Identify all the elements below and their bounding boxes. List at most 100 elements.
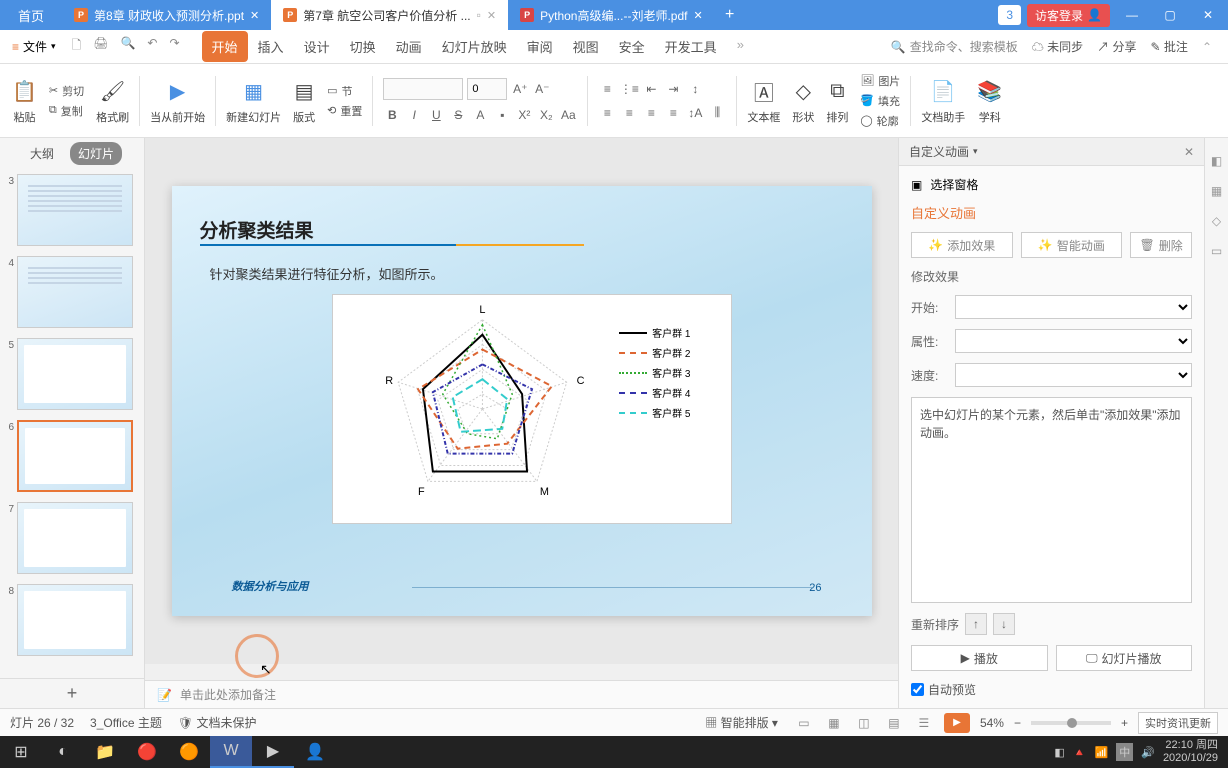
add-tab-button[interactable]: + bbox=[715, 6, 745, 24]
home-tab[interactable]: 首页 bbox=[0, 0, 62, 30]
slide-description[interactable]: 针对聚类结果进行特征分析，如图所示。 bbox=[210, 264, 444, 283]
section-button[interactable]: ▭节 bbox=[327, 83, 362, 99]
file-menu[interactable]: ≡ 文件 ▾ bbox=[6, 34, 62, 59]
justify-button[interactable]: ≡ bbox=[664, 104, 682, 122]
subject-button[interactable]: 📚 学科 bbox=[971, 77, 1008, 125]
taskbar-explorer[interactable]: 📁 bbox=[84, 736, 126, 768]
doc-helper-button[interactable]: 📄 文档助手 bbox=[915, 77, 971, 125]
strip-icon-3[interactable]: ◇ bbox=[1212, 214, 1221, 228]
play-from-current-button[interactable]: ▶ 当从前开始 bbox=[144, 77, 211, 125]
notification-button[interactable]: 实时资讯更新 bbox=[1138, 712, 1218, 734]
collapse-ribbon[interactable]: ⌃ bbox=[1202, 40, 1212, 54]
maximize-button[interactable]: ▢ bbox=[1154, 0, 1186, 30]
save-icon[interactable]: 🗋 bbox=[72, 36, 82, 57]
reset-button[interactable]: ⟲重置 bbox=[327, 103, 362, 119]
add-effect-button[interactable]: ✨添加效果 bbox=[911, 232, 1013, 258]
tab-view[interactable]: 视图 bbox=[563, 31, 609, 62]
taskbar-app[interactable]: 🟠 bbox=[168, 736, 210, 768]
italic-button[interactable]: I bbox=[405, 106, 423, 124]
textbox-button[interactable]: 🄰 文本框 bbox=[741, 77, 786, 125]
tab-slideshow[interactable]: 幻灯片放映 bbox=[432, 31, 517, 62]
change-case-button[interactable]: Aa bbox=[559, 106, 577, 124]
layout-button[interactable]: ▤ 版式 bbox=[287, 77, 321, 125]
numbering-button[interactable]: ⋮≡ bbox=[620, 80, 638, 98]
search-box[interactable]: 🔍 查找命令、搜索模板 bbox=[891, 38, 1018, 55]
slide-thumb[interactable] bbox=[17, 174, 133, 246]
tab-insert[interactable]: 插入 bbox=[248, 31, 294, 62]
copy-button[interactable]: ⧉复制 bbox=[49, 103, 84, 119]
property-select[interactable] bbox=[955, 329, 1192, 353]
outline-tab[interactable]: 大纲 bbox=[22, 142, 62, 165]
smart-animation-button[interactable]: ✨智能动画 bbox=[1021, 232, 1123, 258]
move-up-button[interactable]: ↑ bbox=[965, 613, 987, 635]
ribbon-overflow[interactable]: » bbox=[727, 31, 754, 62]
tab-start[interactable]: 开始 bbox=[202, 31, 248, 62]
strip-icon-4[interactable]: ▭ bbox=[1211, 244, 1222, 258]
close-icon[interactable]: ✕ bbox=[693, 9, 702, 22]
add-slide-button[interactable]: + bbox=[0, 678, 144, 708]
slide-thumb-selected[interactable] bbox=[17, 420, 133, 492]
subscript-button[interactable]: X₂ bbox=[537, 106, 555, 124]
font-size-select[interactable] bbox=[467, 78, 507, 100]
bullets-button[interactable]: ≡ bbox=[598, 80, 616, 98]
taskbar-app[interactable]: 🔴 bbox=[126, 736, 168, 768]
close-button[interactable]: ✕ bbox=[1192, 0, 1224, 30]
doc-tab-2[interactable]: P 第7章 航空公司客户价值分析 ... ▫ ✕ bbox=[271, 0, 508, 30]
tray-icon[interactable]: 🔺 bbox=[1073, 746, 1087, 759]
tab-security[interactable]: 安全 bbox=[609, 31, 655, 62]
strike-button[interactable]: S bbox=[449, 106, 467, 124]
chevron-down-icon[interactable]: ▾ bbox=[973, 146, 978, 157]
print-icon[interactable]: 🖨 bbox=[93, 36, 108, 57]
line-spacing-button[interactable]: ↕ bbox=[686, 80, 704, 98]
underline-button[interactable]: U bbox=[427, 106, 445, 124]
view-sorter-button[interactable]: ▦ bbox=[824, 713, 844, 733]
font-color-button[interactable]: A bbox=[471, 106, 489, 124]
speed-select[interactable] bbox=[955, 363, 1192, 387]
slide-canvas[interactable]: 分析聚类结果 针对聚类结果进行特征分析，如图所示。 bbox=[172, 186, 872, 616]
arrange-button[interactable]: ⧉ 排列 bbox=[820, 77, 854, 125]
align-left-button[interactable]: ≡ bbox=[598, 104, 616, 122]
outline-button[interactable]: ◯轮廓 bbox=[860, 113, 900, 129]
taskbar-app[interactable]: ▶ bbox=[252, 736, 294, 768]
select-pane-button[interactable]: ▣ 选择窗格 bbox=[911, 176, 1192, 193]
tray-ime[interactable]: 中 bbox=[1116, 743, 1133, 761]
view-outline-button[interactable]: ☰ bbox=[914, 713, 934, 733]
system-clock[interactable]: 22:10 周四 2020/10/29 bbox=[1163, 739, 1218, 765]
picture-button[interactable]: 🖼图片 bbox=[860, 73, 900, 89]
indent-inc-button[interactable]: ⇥ bbox=[664, 80, 682, 98]
radar-chart[interactable]: L C M F R 客户群 1 客户群 2 客户群 3 客户群 4 客户群 5 bbox=[332, 294, 732, 524]
sync-button[interactable]: ☁ 未同步 bbox=[1032, 38, 1083, 55]
taskbar-app[interactable]: 👤 bbox=[294, 736, 336, 768]
close-icon[interactable]: ✕ bbox=[250, 9, 259, 22]
taskbar-app[interactable]: ◐ bbox=[42, 736, 84, 768]
tab-review[interactable]: 审阅 bbox=[517, 31, 563, 62]
start-button[interactable]: ⊞ bbox=[0, 736, 42, 768]
view-reading-button[interactable]: ◫ bbox=[854, 713, 874, 733]
start-select[interactable] bbox=[955, 295, 1192, 319]
superscript-button[interactable]: X² bbox=[515, 106, 533, 124]
undo-icon[interactable]: ↶ bbox=[147, 36, 157, 57]
share-button[interactable]: ↗ 分享 bbox=[1097, 38, 1136, 55]
doc-protect-status[interactable]: 🛡 文档未保护 bbox=[178, 714, 257, 731]
text-direction-button[interactable]: ↕A bbox=[686, 104, 704, 122]
tray-icon[interactable]: 📶 bbox=[1095, 746, 1109, 759]
doc-tab-3[interactable]: P Python高级编...--刘老师.pdf ✕ bbox=[508, 0, 715, 30]
view-normal-button[interactable]: ▭ bbox=[794, 713, 814, 733]
shape-button[interactable]: ◇ 形状 bbox=[786, 77, 820, 125]
tab-transition[interactable]: 切换 bbox=[340, 31, 386, 62]
new-slide-button[interactable]: ▦ 新建幻灯片 bbox=[220, 77, 287, 125]
slide-thumb[interactable] bbox=[17, 338, 133, 410]
checkbox-input[interactable] bbox=[911, 683, 924, 696]
doc-tab-1[interactable]: P 第8章 财政收入预测分析.ppt ✕ bbox=[62, 0, 271, 30]
taskbar-wps[interactable]: W bbox=[210, 736, 252, 768]
batch-button[interactable]: ✎ 批注 bbox=[1151, 38, 1188, 55]
thumbnails-list[interactable]: 3 4 5 6 7 8 bbox=[0, 168, 144, 678]
tab-design[interactable]: 设计 bbox=[294, 31, 340, 62]
fill-button[interactable]: 🪣填充 bbox=[860, 93, 900, 109]
slides-tab[interactable]: 幻灯片 bbox=[70, 142, 122, 165]
slide-thumb[interactable] bbox=[17, 584, 133, 656]
decrease-font-button[interactable]: A⁻ bbox=[533, 80, 551, 98]
tab-devtools[interactable]: 开发工具 bbox=[655, 31, 727, 62]
move-down-button[interactable]: ↓ bbox=[993, 613, 1015, 635]
tray-volume-icon[interactable]: 🔊 bbox=[1141, 746, 1155, 759]
